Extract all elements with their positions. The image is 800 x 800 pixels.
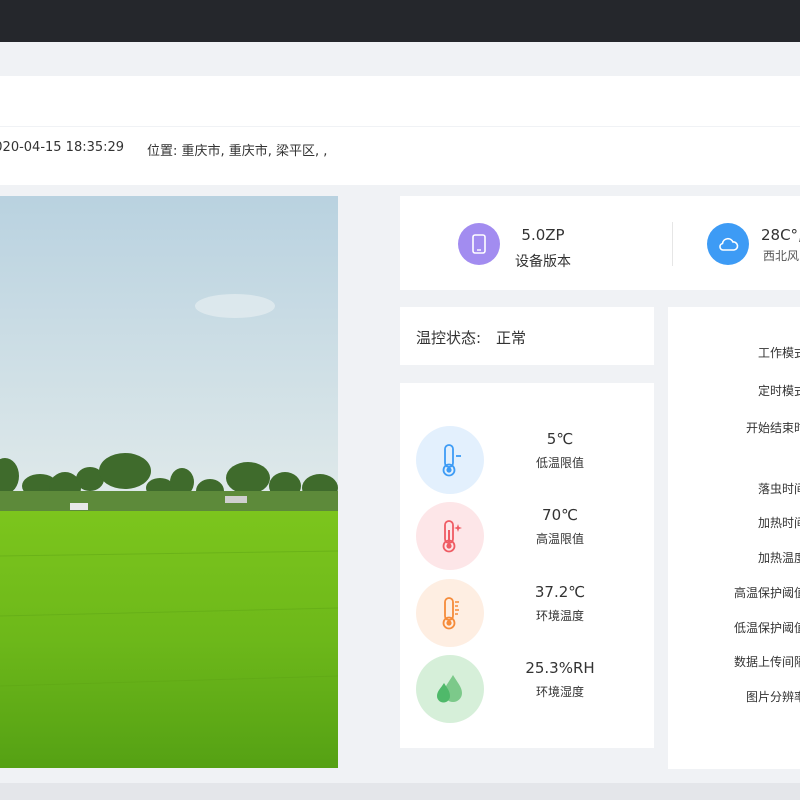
metric-env-temp: 37.2℃ 环境温度 bbox=[400, 579, 654, 649]
phone-icon bbox=[458, 223, 500, 265]
water-drop-icon bbox=[416, 655, 484, 723]
metric-label: 低温限值 bbox=[535, 456, 584, 470]
setting-upload-interval: 数据上传间隔 bbox=[733, 655, 800, 669]
temp-control-label: 温控状态: bbox=[416, 329, 482, 347]
title-strip bbox=[0, 76, 800, 126]
metric-low-temp-limit: 5℃ 低温限值 bbox=[400, 426, 654, 496]
metric-label: 环境温度 bbox=[535, 609, 584, 623]
metric-env-humidity: 25.3%RH 环境湿度 bbox=[400, 655, 654, 725]
thermometer-env-icon bbox=[416, 579, 484, 647]
device-version-value: 5.0ZP bbox=[521, 226, 565, 244]
metric-label: 高温限值 bbox=[535, 532, 584, 546]
top-nav-bar bbox=[0, 0, 800, 42]
settings-card: 工作模式 定时模式 开始结束时间 落虫时间 加热时间 加热温度 高温保护阈值 低… bbox=[668, 307, 800, 769]
thermometer-high-icon bbox=[416, 502, 484, 570]
setting-heat-time: 加热时间 bbox=[757, 516, 800, 530]
setting-work-mode: 工作模式 bbox=[757, 346, 800, 360]
metric-value: 70℃ bbox=[542, 506, 578, 524]
device-info-card: 5.0ZP 设备版本 28C°, 西北风 bbox=[400, 196, 800, 290]
weather-temp: 28C°, bbox=[761, 226, 800, 244]
device-version-label: 设备版本 bbox=[515, 254, 571, 270]
metric-label: 环境湿度 bbox=[535, 685, 584, 699]
device-meta-panel: 2020-04-15 18:35:29 位置: 重庆市, 重庆市, 梁平区, , bbox=[0, 127, 800, 185]
rice-field-photo[interactable] bbox=[0, 196, 338, 768]
metric-value: 5℃ bbox=[546, 430, 574, 448]
update-time: 2020-04-15 18:35:29 bbox=[0, 140, 125, 155]
setting-heat-temp: 加热温度 bbox=[757, 551, 800, 565]
temp-control-status-card: 温控状态: 正常 bbox=[400, 307, 654, 365]
setting-image-resolution: 图片分辨率 bbox=[745, 690, 800, 704]
metric-high-temp-limit: 70℃ 高温限值 bbox=[400, 502, 654, 572]
setting-drop-insect-time: 落虫时间 bbox=[757, 482, 800, 496]
bottom-bar bbox=[0, 783, 800, 800]
thermometer-low-icon bbox=[416, 426, 484, 494]
metric-value: 25.3%RH bbox=[525, 659, 595, 677]
photo-image bbox=[0, 196, 338, 768]
temp-control-value: 正常 bbox=[496, 329, 527, 347]
setting-start-end-time: 开始结束时间 bbox=[745, 421, 800, 435]
card-divider bbox=[672, 222, 673, 266]
setting-low-temp-protect: 低温保护阈值 bbox=[733, 621, 800, 635]
setting-high-temp-protect: 高温保护阈值 bbox=[733, 586, 800, 600]
metric-value: 37.2℃ bbox=[534, 583, 586, 601]
metrics-card: 5℃ 低温限值 70℃ 高温限值 37.2℃ 环境温度 25.3%RH 环境湿度 bbox=[400, 383, 654, 748]
setting-timer-mode: 定时模式 bbox=[757, 384, 800, 398]
location-text: 位置: 重庆市, 重庆市, 梁平区, , bbox=[147, 144, 328, 159]
weather-wind: 西北风 bbox=[763, 249, 800, 263]
cloud-icon bbox=[707, 223, 749, 265]
